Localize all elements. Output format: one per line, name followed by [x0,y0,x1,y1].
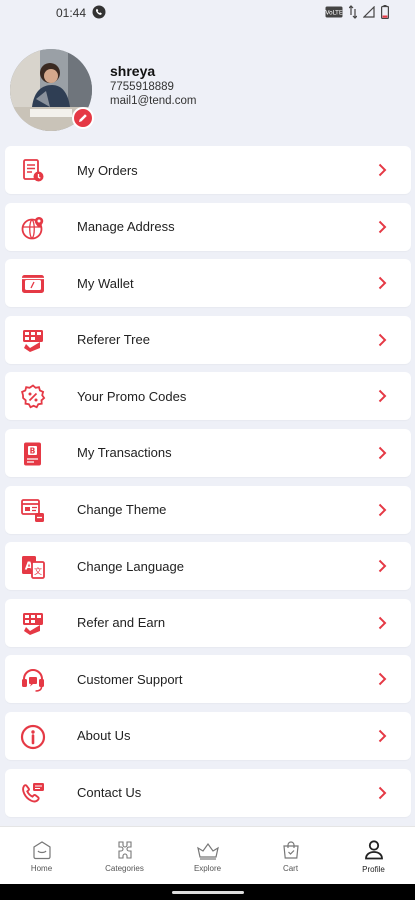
menu-item-refer-and-earn[interactable]: Refer and Earn [5,598,411,647]
menu-item-your-promo-codes[interactable]: Your Promo Codes [5,372,411,421]
language-icon: A文 [19,553,47,581]
nav-item-home[interactable]: Home [0,827,83,884]
profile-phone: 7755918889 [110,81,174,93]
support-icon [19,666,47,694]
menu-item-label: Contact Us [77,785,142,801]
pencil-icon [79,114,87,122]
volte-icon: VoLTE [325,6,343,21]
battery-low-icon [381,4,390,22]
status-time: 01:44 [56,6,87,20]
bottom-navigation: Home Categories Explore Cart Profile [0,826,415,884]
nav-label: Home [30,864,53,873]
svg-text:文: 文 [34,566,42,576]
menu-item-customer-support[interactable]: Customer Support [5,655,411,704]
chevron-right-icon [378,503,387,516]
menu-item-label: Your Promo Codes [77,388,187,404]
chevron-right-icon [378,390,387,403]
info-icon [19,723,47,751]
nav-label: Categories [105,864,144,873]
menu-item-change-theme[interactable]: Change Theme [5,485,411,534]
chevron-right-icon [378,729,387,743]
menu-item-my-transactions[interactable]: B My Transactions [5,428,411,477]
svg-text:B: B [30,446,36,455]
nav-label: Cart [282,864,299,873]
promo-code-icon [19,383,47,411]
menu-item-my-wallet[interactable]: My Wallet [5,259,411,308]
categories-icon [117,841,132,859]
chevron-right-icon [378,616,387,629]
menu-item-label: Refer and Earn [77,615,166,631]
menu-item-contact-us[interactable]: Contact Us [5,768,411,817]
system-gesture-bar [0,884,415,900]
cart-icon [282,841,299,859]
edit-avatar-button[interactable] [72,107,94,129]
profile-email: mail1@tend.com [110,95,197,107]
home-gesture-handle[interactable] [172,891,244,894]
signal-icon [362,5,375,21]
contact-icon [19,780,47,808]
orders-icon [19,157,47,185]
menu-item-about-us[interactable]: About Us [5,711,411,760]
address-icon [19,214,47,242]
profile-name: shreya [110,63,156,79]
chevron-right-icon [378,220,387,233]
explore-icon [196,842,219,860]
chevron-right-icon [378,446,387,460]
status-bar: 01:44 VoLTE [0,0,415,26]
avatar-wrap [10,49,94,131]
nav-item-cart[interactable]: Cart [249,827,332,884]
menu-item-label: Manage Address [77,219,175,235]
profile-info: shreya 7755918889 mail1@tend.com [110,64,196,108]
menu-item-change-language[interactable]: A文 Change Language [5,542,411,591]
chevron-right-icon [378,786,387,799]
data-arrows-icon [348,4,358,22]
nav-label: Explore [193,864,222,873]
chevron-right-icon [378,276,387,290]
menu-item-label: My Transactions [77,445,172,461]
menu-item-my-orders[interactable]: My Orders [5,146,411,194]
theme-icon [19,497,47,525]
chevron-right-icon [378,163,387,177]
nav-item-explore[interactable]: Explore [166,827,249,884]
nav-item-profile[interactable]: Profile [332,827,415,884]
menu-item-label: About Us [77,728,131,744]
menu-item-manage-address[interactable]: Manage Address [5,202,411,251]
svg-text:VoLTE: VoLTE [325,9,342,16]
referer-tree-icon [19,327,47,355]
home-icon [32,841,51,860]
phone-icon [92,5,106,22]
profile-menu: My Orders Manage Address My Wallet Refer… [5,146,411,825]
chevron-right-icon [378,673,387,686]
menu-item-label: Referer Tree [77,332,150,348]
profile-icon [364,840,383,860]
menu-item-label: My Orders [77,162,138,178]
wallet-icon [19,270,47,298]
nav-label: Profile [362,865,385,874]
menu-item-label: My Wallet [77,275,134,291]
chevron-right-icon [378,559,387,573]
transactions-icon: B [19,440,47,468]
nav-item-categories[interactable]: Categories [83,827,166,884]
menu-item-referer-tree[interactable]: Referer Tree [5,315,411,364]
menu-item-label: Customer Support [77,671,183,687]
menu-item-label: Change Language [77,558,184,574]
chevron-right-icon [378,333,387,346]
refer-earn-icon [19,610,47,638]
menu-item-label: Change Theme [77,502,167,518]
profile-header: shreya 7755918889 mail1@tend.com [10,49,405,131]
